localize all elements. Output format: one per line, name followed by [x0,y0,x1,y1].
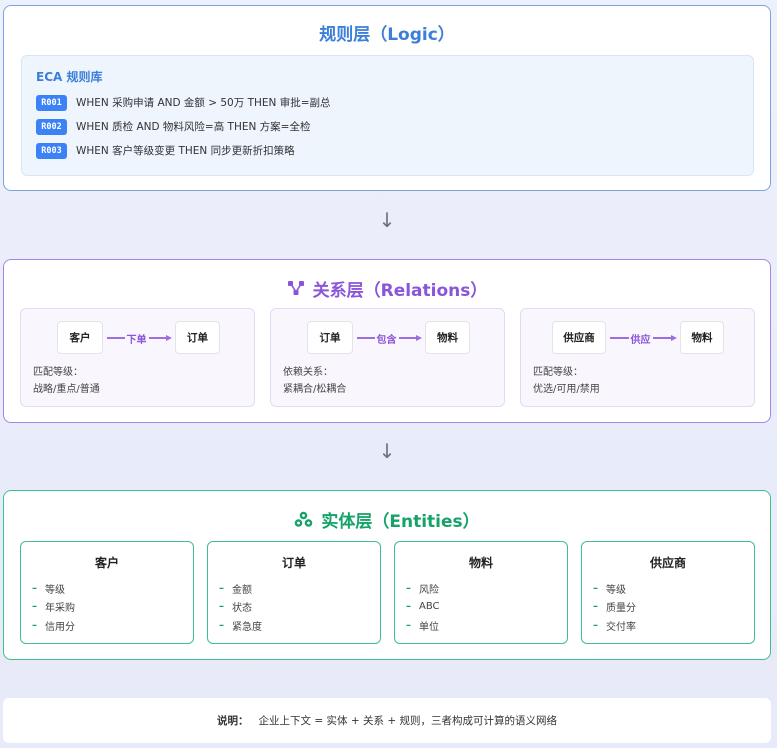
entity-attr: – ABC [406,601,440,613]
relation-desc-label: 匹配等级： [533,367,583,378]
relations-layer-title: 关系层（Relations） [4,276,770,301]
entity-name: 物料 [468,556,493,570]
relation-description: 匹配等级： 优选/可用/禁用 [533,364,600,398]
relation-desc-value: 战略/重点/普通 [33,384,100,395]
rule-text: WHEN 采购申请 AND 金额 > 50万 THEN 审批=副总 [76,97,331,109]
rule-row: R001 WHEN 采购申请 AND 金额 > 50万 THEN 审批=副总 [36,93,739,112]
down-arrow-icon: ↓ [378,208,396,232]
relations-layer: 关系层（Relations） 客户 下单 订单 匹配等级： 战略/重点/普通 订… [3,259,771,423]
rule-text: WHEN 质检 AND 物料风险=高 THEN 方案=全检 [76,121,311,133]
rule-row: R003 WHEN 客户等级变更 THEN 同步更新折扣策略 [36,141,739,160]
relation-description: 匹配等级： 战略/重点/普通 [33,364,100,398]
rule-id-badge: R003 [36,142,67,159]
entities-layer: 实体层（Entities） 客户 – 等级 – 年采购 – 信用分 订单 – 金额 – 状… [3,490,771,660]
edge-label: 包含 [376,334,397,346]
entity-name: 订单 [281,556,306,570]
entity-card-customer: 客户 – 等级 – 年采购 – 信用分 [20,541,194,644]
logic-layer: 规则层（Logic） ECA 规则库 R001 WHEN 采购申请 AND 金额… [3,5,771,191]
relation-description: 依赖关系： 紧耦合/松耦合 [283,364,346,398]
relation-node: 物料 [680,321,724,354]
entity-attr-text: 交付率 [606,621,636,633]
relation-desc-label: 依赖关系： [283,367,333,378]
entity-attr: – 紧急度 [219,619,262,633]
relation-desc-value: 优选/可用/禁用 [533,384,600,395]
entity-attr: – 等级 [32,582,65,596]
relation-card-supplier-material: 供应商 供应 物料 匹配等级： 优选/可用/禁用 [520,308,755,407]
rule-id-badge: R002 [36,118,67,135]
entity-card-material: 物料 – 风险 – ABC – 单位 [394,541,568,644]
note-text: 企业上下文 = 实体 + 关系 + 规则，三者构成可计算的语义网络 [258,715,557,727]
rulebase-title: ECA 规则库 [36,70,103,84]
logic-layer-title: 规则层（Logic） [4,21,770,45]
entity-attr-text: 风险 [419,584,439,596]
relation-node: 订单 [307,321,353,354]
edge-label: 供应 [630,334,651,346]
entity-name: 供应商 [649,556,686,570]
eca-rulebase: ECA 规则库 R001 WHEN 采购申请 AND 金额 > 50万 THEN… [21,55,754,176]
entity-attr: – 信用分 [32,619,75,633]
entity-attr-text: 状态 [232,603,252,615]
entity-attr-text: 等级 [606,584,626,596]
edge-label: 下单 [126,334,147,346]
entity-attr-text: ABC [419,601,440,613]
entity-attr: – 年采购 [32,601,75,615]
relation-node: 物料 [425,321,470,354]
entity-attr-text: 质量分 [606,603,636,615]
network-icon [287,281,304,295]
entity-card-supplier: 供应商 – 等级 – 质量分 – 交付率 [581,541,755,644]
relation-edge: 供应 [610,330,677,346]
entity-attr: – 状态 [219,601,252,615]
entity-attr-text: 单位 [419,621,439,633]
entity-attr-text: 等级 [45,584,65,596]
rule-text: WHEN 客户等级变更 THEN 同步更新折扣策略 [76,145,295,157]
entity-attr: – 质量分 [593,601,636,615]
relation-edge: 包含 [357,330,422,346]
relation-edge: 下单 [107,330,172,346]
relations-title-text: 关系层（Relations） [312,280,488,301]
entity-attr: – 单位 [406,619,439,633]
entity-attr-text: 信用分 [45,621,75,633]
rule-id-badge: R001 [36,94,67,111]
relation-node: 客户 [57,321,103,354]
entity-card-order: 订单 – 金额 – 状态 – 紧急度 [207,541,381,644]
entity-name: 客户 [94,556,119,570]
cubes-icon [295,511,313,527]
explanation-note: 说明： 企业上下文 = 实体 + 关系 + 规则，三者构成可计算的语义网络 [3,698,771,743]
entity-attr: – 风险 [406,582,439,596]
entities-title-text: 实体层（Entities） [321,511,480,532]
rule-row: R002 WHEN 质检 AND 物料风险=高 THEN 方案=全检 [36,117,739,136]
down-arrow-icon: ↓ [378,439,396,463]
entity-attr: – 金额 [219,582,252,596]
entity-attr: – 等级 [593,582,626,596]
logic-title-text: 规则层（Logic） [319,24,455,45]
entity-attr: – 交付率 [593,619,636,633]
entity-attr-text: 金额 [232,584,252,596]
relation-node: 订单 [175,321,220,354]
relation-desc-value: 紧耦合/松耦合 [283,384,347,395]
relation-card-order-material: 订单 包含 物料 依赖关系： 紧耦合/松耦合 [270,308,505,407]
entity-attr-text: 紧急度 [232,621,262,633]
note-label: 说明： [217,715,249,727]
entities-layer-title: 实体层（Entities） [4,507,770,532]
entity-attr-text: 年采购 [45,603,75,615]
relation-card-customer-order: 客户 下单 订单 匹配等级： 战略/重点/普通 [20,308,255,407]
relation-node: 供应商 [552,321,606,354]
relation-desc-label: 匹配等级： [33,367,83,378]
